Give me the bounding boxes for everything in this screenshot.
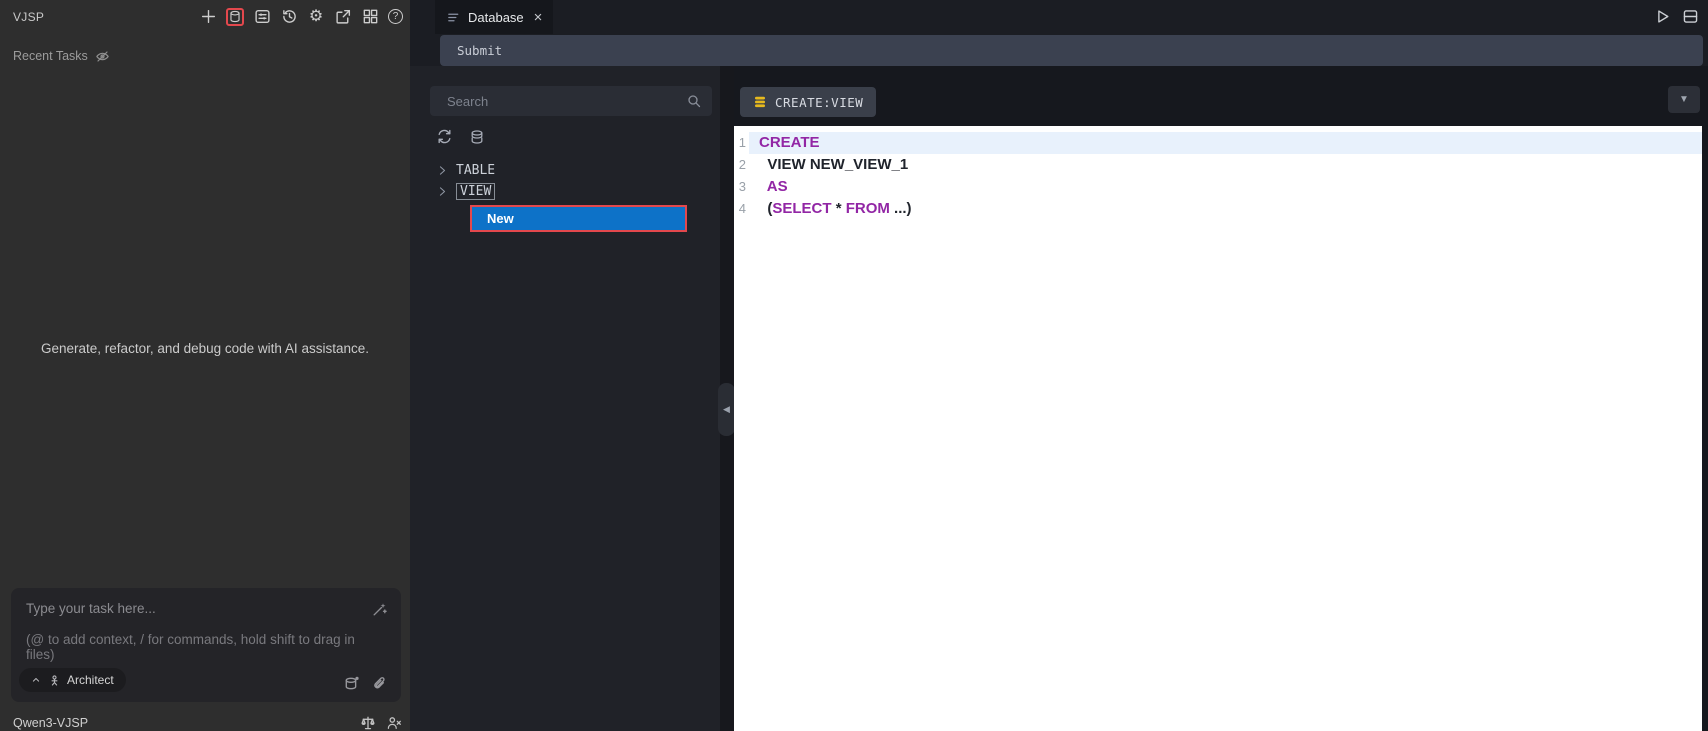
- recent-tasks-header[interactable]: Recent Tasks: [13, 48, 111, 64]
- task-input[interactable]: Type your task here... (@ to add context…: [11, 588, 401, 702]
- help-icon[interactable]: ?: [388, 9, 403, 24]
- database-panel: Database × Submit Search TABLE VIEW New …: [410, 0, 1708, 731]
- schema-tree: TABLE VIEW New: [410, 160, 720, 232]
- run-play-icon[interactable]: [1654, 8, 1671, 25]
- status-bar-icons: [359, 714, 402, 731]
- editor-actions: [1654, 8, 1699, 25]
- recent-tasks-label: Recent Tasks: [13, 49, 88, 63]
- settings-gear-icon[interactable]: ⚙: [307, 8, 325, 26]
- editor-dropdown-button[interactable]: ▼: [1668, 86, 1700, 113]
- refresh-icon[interactable]: [436, 128, 453, 145]
- ai-panel-toolbar: ⚙ ?: [199, 7, 403, 26]
- line-number: 1: [738, 135, 746, 150]
- panel-divider[interactable]: ◀: [718, 66, 735, 731]
- task-input-hint: (@ to add context, / for commands, hold …: [26, 632, 355, 662]
- chevron-up-icon: [29, 674, 42, 687]
- tree-item-view[interactable]: VIEW: [410, 181, 720, 202]
- account-search-icon[interactable]: [385, 714, 402, 731]
- new-task-icon[interactable]: [199, 8, 217, 26]
- statement-chip-label: CREATE:VIEW: [775, 94, 864, 110]
- split-editor-icon[interactable]: [1682, 8, 1699, 25]
- tree-item-table[interactable]: TABLE: [410, 160, 720, 181]
- code-token: SELECT: [772, 200, 832, 217]
- hide-tasks-eye-off-icon[interactable]: [95, 48, 111, 64]
- search-icon: [686, 93, 702, 109]
- code-area[interactable]: 1 CREATE 2 VIEW NEW_VIEW_1 3 AS 4 (SELEC…: [734, 126, 1702, 731]
- code-token: *: [831, 200, 846, 217]
- task-input-placeholder: Type your task here...: [26, 601, 156, 616]
- tab-database[interactable]: Database ×: [435, 0, 554, 34]
- database-mode-icon[interactable]: [226, 7, 244, 26]
- tree-item-label: VIEW: [456, 183, 496, 200]
- status-bar: Qwen3-VJSP: [13, 714, 402, 731]
- architect-person-icon: [48, 674, 61, 687]
- submit-button[interactable]: Submit: [440, 35, 1703, 66]
- model-label[interactable]: Qwen3-VJSP: [13, 716, 88, 730]
- prompt-settings-icon[interactable]: [253, 8, 271, 26]
- panel-title: VJSP: [13, 9, 45, 24]
- tab-label: Database: [468, 9, 524, 25]
- code-token: CREATE: [759, 134, 820, 151]
- collapse-left-icon: ◀: [723, 404, 730, 414]
- empty-state-text: Generate, refactor, and debug code with …: [41, 341, 369, 356]
- tree-item-label: TABLE: [456, 163, 496, 178]
- mode-label: Architect: [67, 673, 114, 687]
- code-token: FROM: [845, 200, 890, 217]
- schema-explorer: TABLE VIEW New: [410, 66, 720, 731]
- database-icon[interactable]: [468, 128, 485, 145]
- chevron-right-icon: [436, 164, 449, 177]
- app-root: VJSP ⚙ ? Recent Tasks Generate, refactor…: [0, 0, 1708, 731]
- ai-panel-header: VJSP ⚙ ?: [0, 0, 410, 33]
- tab-close-icon[interactable]: ×: [534, 10, 543, 25]
- open-external-icon[interactable]: [334, 8, 352, 26]
- database-context-icon[interactable]: [343, 675, 360, 692]
- code-line[interactable]: 4 (SELECT * FROM ...): [734, 198, 1702, 220]
- list-icon: [446, 10, 461, 25]
- code-token: AS: [766, 178, 788, 195]
- editor-toolbar: CREATE:VIEW ▼: [734, 66, 1708, 126]
- line-number: 2: [738, 157, 746, 172]
- tree-item-new-view-selected[interactable]: New: [470, 205, 687, 232]
- enhance-prompt-wand-icon[interactable]: [371, 601, 388, 618]
- mode-selector-button[interactable]: Architect: [19, 668, 126, 692]
- code-line[interactable]: 1 CREATE: [734, 132, 1702, 154]
- sql-editor: CREATE:VIEW ▼ 1 CREATE 2 VIEW NEW_VIEW_1…: [734, 66, 1708, 731]
- task-box-actions: [343, 675, 388, 692]
- extensions-grid-icon[interactable]: [361, 8, 379, 26]
- scales-icon[interactable]: [359, 714, 376, 731]
- statement-chip[interactable]: CREATE:VIEW: [740, 87, 877, 117]
- collapse-panel-button[interactable]: ◀: [718, 383, 735, 436]
- code-line[interactable]: 3 AS: [734, 176, 1702, 198]
- search-input[interactable]: [430, 86, 712, 116]
- tree-item-label: New: [487, 211, 514, 226]
- code-token: ...): [889, 200, 912, 217]
- line-number: 3: [738, 179, 746, 194]
- explorer-toolbar: [436, 128, 485, 145]
- history-icon[interactable]: [280, 8, 298, 26]
- ai-assistant-panel: VJSP ⚙ ? Recent Tasks Generate, refactor…: [0, 0, 410, 731]
- code-token: VIEW NEW_VIEW_1: [759, 156, 909, 173]
- caret-down-icon: ▼: [1679, 94, 1689, 105]
- line-number: 4: [738, 201, 746, 216]
- editor-tab-bar: Database ×: [410, 0, 1708, 34]
- code-line[interactable]: 2 VIEW NEW_VIEW_1: [734, 154, 1702, 176]
- attach-paperclip-icon[interactable]: [371, 675, 388, 692]
- code-token: (: [759, 200, 773, 217]
- chevron-right-icon: [436, 185, 449, 198]
- submit-label: Submit: [457, 43, 503, 58]
- database-stack-icon: [753, 95, 767, 109]
